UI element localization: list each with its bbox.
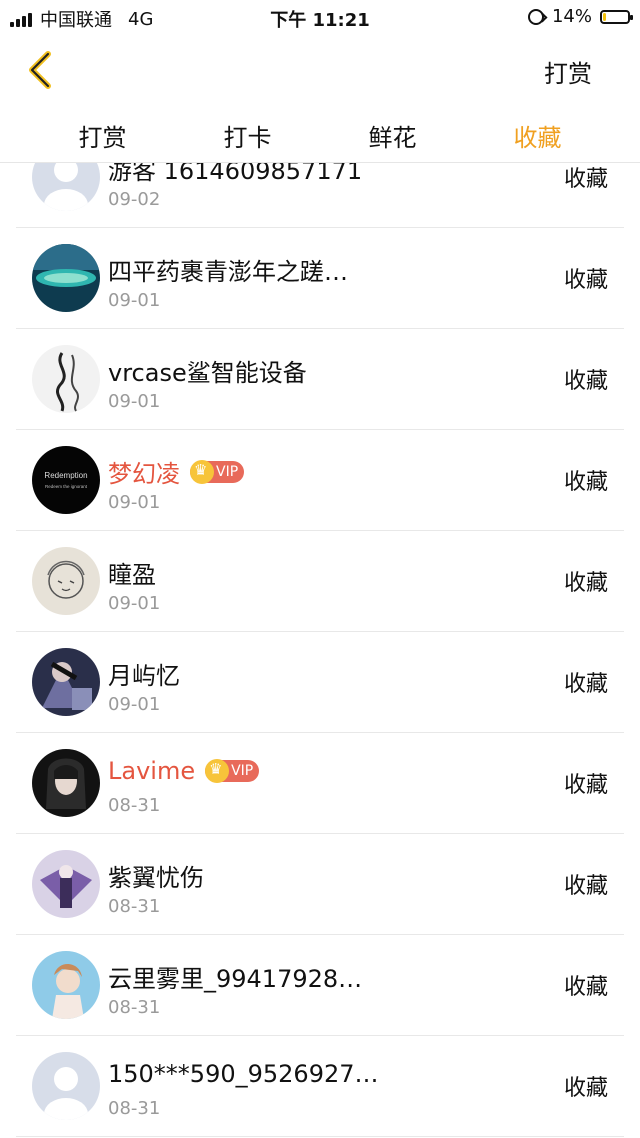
action-label: 收藏 — [563, 571, 608, 596]
user-name-text: 云里雾里_99417928… — [108, 965, 363, 993]
user-name: 游客 1614609857171 — [108, 163, 362, 186]
battery-fill — [603, 12, 606, 21]
avatar — [32, 749, 100, 817]
list-item[interactable]: Redemption Redeem the ignorant 梦幻凌 VIP 0… — [16, 430, 624, 531]
tab-bar: 打赏 打卡 鲜花 收藏 — [0, 104, 640, 163]
vip-badge-label: VIP — [231, 763, 254, 779]
favorite-date: 09-01 — [108, 694, 161, 715]
tab-favorites[interactable]: 收藏 — [465, 104, 610, 162]
favorite-date: 09-02 — [108, 189, 161, 210]
vip-badge: VIP — [205, 759, 260, 783]
avatar — [32, 648, 100, 716]
back-button[interactable] — [22, 48, 62, 92]
user-name-text: 游客 1614609857171 — [108, 163, 363, 185]
user-name: 紫翼忧伤 — [108, 858, 204, 893]
chevron-left-icon — [29, 51, 51, 89]
tab-checkin[interactable]: 打卡 — [175, 104, 320, 162]
battery-icon — [600, 9, 633, 24]
avatar — [32, 163, 100, 211]
tab-flowers[interactable]: 鲜花 — [320, 104, 465, 162]
favorites-list[interactable]: 游客 1614609857171 09-02 收藏 四平药裹青澎年之蹉… 09-… — [0, 163, 640, 1138]
favorite-date: 09-01 — [108, 593, 161, 614]
nav-bar: 打赏 — [0, 34, 640, 104]
favorite-date: 09-01 — [108, 391, 161, 412]
user-name: 150***590_9526927… — [108, 1060, 379, 1088]
user-name: Lavime VIP — [108, 757, 260, 785]
user-name-text: vrcase鲨智能设备 — [108, 359, 307, 387]
avatar — [32, 345, 100, 413]
favorites-list-inner: 游客 1614609857171 09-02 收藏 四平药裹青澎年之蹉… 09-… — [0, 163, 640, 1137]
battery-percent: 14% — [551, 6, 592, 27]
user-name-text: Lavime — [108, 757, 196, 785]
list-item[interactable]: vrcase鲨智能设备 09-01 收藏 — [16, 329, 624, 430]
crown-icon — [190, 459, 214, 484]
user-name-text: 150***590_9526927… — [108, 1060, 379, 1088]
favorite-date: 08-31 — [108, 896, 161, 917]
user-name: 云里雾里_99417928… — [108, 959, 362, 994]
favorite-date: 09-01 — [108, 492, 161, 513]
action-label: 收藏 — [563, 1076, 608, 1101]
avatar — [32, 850, 100, 918]
list-item[interactable]: 四平药裹青澎年之蹉… 09-01 收藏 — [16, 228, 624, 329]
status-bar: 中国联通 4G 下午 11:21 14% — [0, 0, 640, 34]
action-label: 收藏 — [563, 268, 608, 293]
user-name: 瞳盈 — [108, 555, 156, 590]
action-label: 收藏 — [563, 672, 608, 697]
crown-icon — [205, 759, 230, 783]
action-label: 收藏 — [563, 773, 608, 798]
action-label: 收藏 — [563, 975, 608, 1000]
action-label: 收藏 — [563, 369, 608, 394]
user-name: 梦幻凌 VIP — [108, 454, 245, 489]
vip-badge-label: VIP — [216, 463, 239, 480]
favorite-date: 09-01 — [108, 290, 161, 311]
action-label: 收藏 — [563, 470, 608, 495]
avatar — [32, 244, 100, 312]
list-item[interactable]: 瞳盈 09-01 收藏 — [16, 531, 624, 632]
list-item[interactable]: 游客 1614609857171 09-02 收藏 — [16, 163, 624, 228]
avatar-logo-subtext: Redeem the ignorant — [45, 484, 88, 489]
tab-reward[interactable]: 打赏 — [30, 104, 175, 162]
favorite-date: 08-31 — [108, 997, 161, 1018]
user-name: 四平药裹青澎年之蹉… — [108, 252, 348, 287]
vip-badge: VIP — [190, 459, 245, 484]
user-name-text: 梦幻凌 — [108, 460, 180, 488]
status-right: 14% — [527, 6, 633, 27]
favorite-date: 08-31 — [108, 1098, 161, 1119]
user-name-text: 月屿忆 — [108, 662, 180, 690]
list-item[interactable]: Lavime VIP 08-31 收藏 — [16, 733, 624, 834]
user-name-text: 瞳盈 — [108, 561, 156, 589]
avatar: Redemption Redeem the ignorant — [32, 446, 100, 514]
avatar — [32, 547, 100, 615]
avatar — [32, 951, 100, 1019]
list-item[interactable]: 150***590_9526927… 08-31 收藏 — [16, 1036, 624, 1137]
user-name-text: 四平药裹青澎年之蹉… — [108, 258, 348, 286]
avatar — [32, 1052, 100, 1120]
user-name-text: 紫翼忧伤 — [108, 864, 204, 892]
user-name: 月屿忆 — [108, 656, 180, 691]
user-name: vrcase鲨智能设备 — [108, 353, 307, 388]
rotation-lock-icon — [527, 8, 544, 25]
avatar-logo-text: Redemption — [44, 471, 87, 480]
action-label: 收藏 — [563, 874, 608, 899]
action-label: 收藏 — [563, 167, 608, 192]
list-item[interactable]: 月屿忆 09-01 收藏 — [16, 632, 624, 733]
list-item[interactable]: 紫翼忧伤 08-31 收藏 — [16, 834, 624, 935]
favorite-date: 08-31 — [108, 795, 161, 816]
nav-right-title[interactable]: 打赏 — [544, 54, 592, 89]
list-item[interactable]: 云里雾里_99417928… 08-31 收藏 — [16, 935, 624, 1036]
